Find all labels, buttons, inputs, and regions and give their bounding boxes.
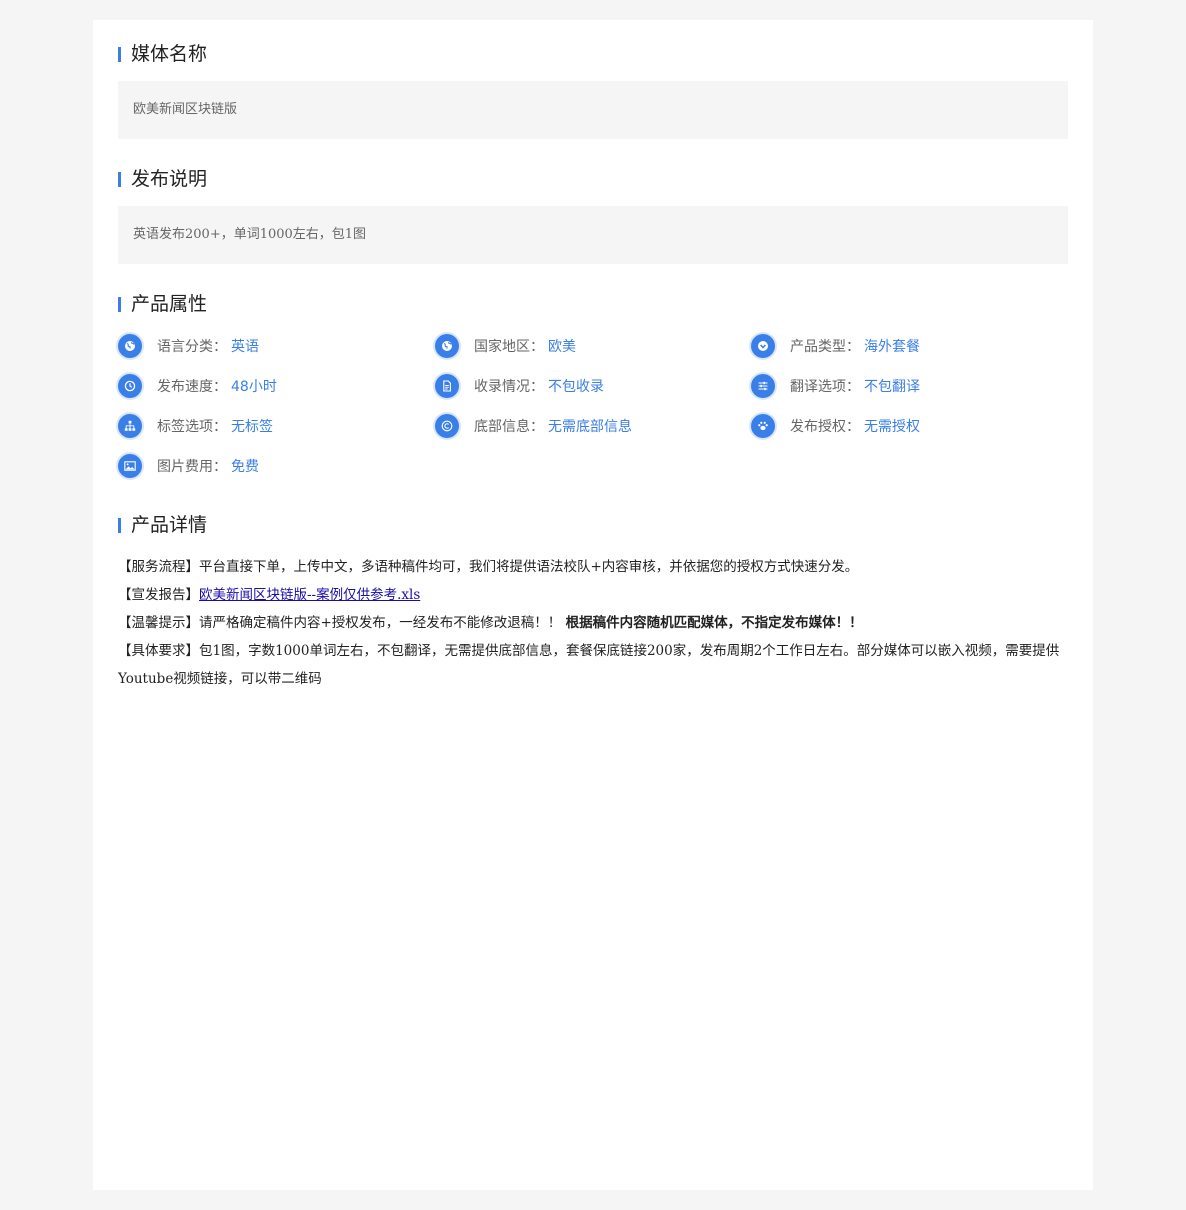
attribute-grid: 语言分类：英语 国家地区：欧美 产品类型：海外套餐 发布速度： 48小时 收录情况：不包收… bbox=[118, 334, 1068, 478]
attribute-item: 发布授权：无需授权 bbox=[751, 414, 1068, 438]
publish-desc-box: 英语发布200+，单词1000左右，包1图 bbox=[118, 206, 1068, 264]
section-title-publish-desc: 发布说明 bbox=[118, 165, 1068, 193]
attribute-value: 无标签 bbox=[231, 419, 273, 435]
attribute-value: 48小时 bbox=[231, 379, 277, 395]
attribute-item: 图片费用：免费 bbox=[118, 454, 435, 478]
attribute-colon: ： bbox=[213, 419, 227, 435]
attribute-value: 欧美 bbox=[548, 339, 576, 355]
copyright-icon bbox=[435, 414, 459, 438]
chevron-down-circle-icon bbox=[751, 334, 775, 358]
attribute-value: 免费 bbox=[231, 459, 259, 475]
attribute-value: 不包翻译 bbox=[864, 379, 920, 395]
image-icon bbox=[118, 454, 142, 478]
attribute-item: 产品类型：海外套餐 bbox=[751, 334, 1068, 358]
attribute-label: 翻译选项 bbox=[790, 379, 846, 395]
attribute-colon: ： bbox=[846, 379, 860, 395]
attribute-value: 无需授权 bbox=[864, 419, 920, 435]
section-title-detail: 产品详情 bbox=[118, 511, 1068, 539]
attribute-label: 国家地区 bbox=[474, 339, 530, 355]
attribute-item: 翻译选项：不包翻译 bbox=[751, 374, 1068, 398]
detail-tip-line: 【温馨提示】请严格确定稿件内容+授权发布，一经发布不能修改退稿！！ 根据稿件内容… bbox=[118, 609, 1068, 637]
detail-service-line: 【服务流程】平台直接下单，上传中文，多语种稿件均可，我们将提供语法校队+内容审核… bbox=[118, 553, 1068, 581]
attribute-label: 底部信息 bbox=[474, 419, 530, 435]
report-tag: 【宣发报告】 bbox=[118, 587, 199, 603]
attribute-item: 语言分类：英语 bbox=[118, 334, 435, 358]
attribute-item: 标签选项：无标签 bbox=[118, 414, 435, 438]
globe-icon bbox=[435, 334, 459, 358]
report-download-link[interactable]: 欧美新闻区块链版--案例仅供参考.xls bbox=[199, 587, 420, 603]
attribute-value: 不包收录 bbox=[548, 379, 604, 395]
service-tag: 【服务流程】 bbox=[118, 559, 199, 575]
globe-icon bbox=[118, 334, 142, 358]
attribute-colon: ： bbox=[213, 339, 227, 355]
clock-icon bbox=[118, 374, 142, 398]
attribute-label: 标签选项 bbox=[157, 419, 213, 435]
service-text: 平台直接下单，上传中文，多语种稿件均可，我们将提供语法校队+内容审核，并依据您的… bbox=[199, 559, 859, 575]
attribute-colon: ： bbox=[530, 379, 544, 395]
tip-bold-text: 根据稿件内容随机匹配媒体，不指定发布媒体！！ bbox=[565, 615, 863, 631]
attribute-colon: ： bbox=[846, 419, 860, 435]
attribute-label: 图片费用 bbox=[157, 459, 213, 475]
attribute-label: 产品类型 bbox=[790, 339, 846, 355]
document-icon bbox=[435, 374, 459, 398]
attribute-label: 发布授权 bbox=[790, 419, 846, 435]
attribute-colon: ： bbox=[213, 379, 227, 395]
attribute-label: 发布速度 bbox=[157, 379, 213, 395]
requirement-text: 包1图，字数1000单词左右，不包翻译，无需提供底部信息，套餐保底链接200家，… bbox=[118, 643, 1060, 687]
section-title-media-name: 媒体名称 bbox=[118, 40, 1068, 68]
tip-tag: 【温馨提示】 bbox=[118, 615, 199, 631]
section-title-attributes: 产品属性 bbox=[118, 290, 1068, 318]
attribute-label: 收录情况 bbox=[474, 379, 530, 395]
attribute-item: 国家地区：欧美 bbox=[435, 334, 751, 358]
product-detail-panel: 媒体名称 欧美新闻区块链版 发布说明 英语发布200+，单词1000左右，包1图… bbox=[93, 20, 1093, 1190]
attribute-value: 海外套餐 bbox=[864, 339, 920, 355]
media-name-box: 欧美新闻区块链版 bbox=[118, 81, 1068, 139]
attribute-item: 发布速度： 48小时 bbox=[118, 374, 435, 398]
attribute-value: 英语 bbox=[231, 339, 259, 355]
requirement-tag: 【具体要求】 bbox=[118, 643, 199, 659]
attribute-colon: ： bbox=[530, 339, 544, 355]
detail-content: 【服务流程】平台直接下单，上传中文，多语种稿件均可，我们将提供语法校队+内容审核… bbox=[118, 553, 1068, 693]
sliders-icon bbox=[751, 374, 775, 398]
attribute-item: 底部信息：无需底部信息 bbox=[435, 414, 751, 438]
attribute-colon: ： bbox=[213, 459, 227, 475]
sitemap-icon bbox=[118, 414, 142, 438]
attribute-colon: ： bbox=[530, 419, 544, 435]
detail-requirement-line: 【具体要求】包1图，字数1000单词左右，不包翻译，无需提供底部信息，套餐保底链… bbox=[118, 637, 1068, 693]
attribute-value: 无需底部信息 bbox=[548, 419, 632, 435]
tip-text: 请严格确定稿件内容+授权发布，一经发布不能修改退稿！！ bbox=[199, 615, 562, 631]
attribute-label: 语言分类 bbox=[157, 339, 213, 355]
detail-report-line: 【宣发报告】欧美新闻区块链版--案例仅供参考.xls bbox=[118, 581, 1068, 609]
paw-icon bbox=[751, 414, 775, 438]
attribute-item: 收录情况：不包收录 bbox=[435, 374, 751, 398]
attribute-colon: ： bbox=[846, 339, 860, 355]
